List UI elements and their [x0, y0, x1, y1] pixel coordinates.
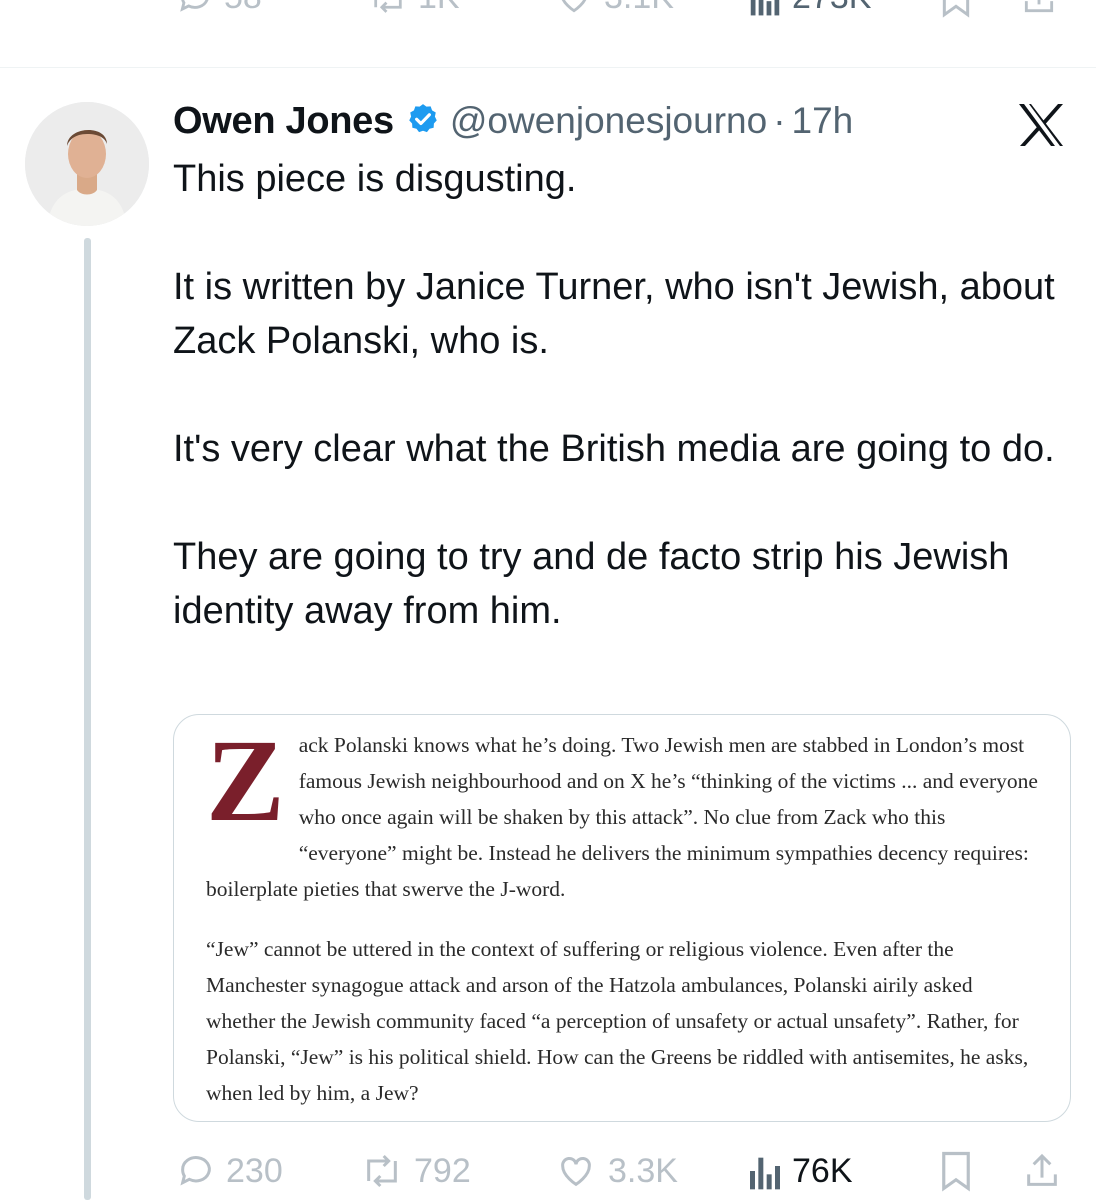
article-paragraph-1-text: ack Polanski knows what he’s doing. Two … — [206, 733, 1038, 901]
previous-share-button[interactable] — [1020, 0, 1058, 18]
repost-count: 792 — [414, 1151, 471, 1190]
views-icon — [750, 0, 780, 15]
tweet-paragraph: They are going to try and de facto strip… — [173, 536, 1010, 632]
article-paragraph-1: Zack Polanski knows what he’s doing. Two… — [206, 715, 1046, 907]
views-button[interactable]: 76K — [748, 1146, 853, 1196]
previous-views-count: 273K — [792, 0, 871, 17]
like-icon — [561, 1157, 591, 1187]
views-icon — [750, 1157, 780, 1190]
repost-icon — [374, 0, 402, 13]
previous-repost-count: 1K — [418, 0, 460, 17]
article-paragraph-2: “Jew” cannot be uttered in the context o… — [206, 937, 1029, 1105]
tweet-text: This piece is disgusting. It is written … — [173, 152, 1063, 638]
previous-views-button[interactable]: 273K — [748, 0, 871, 17]
tweet-paragraph: It's very clear what the British media a… — [173, 428, 1055, 470]
repost-icon — [367, 1154, 397, 1188]
reply-icon — [180, 0, 209, 12]
previous-repost-button[interactable]: 1K — [368, 0, 460, 17]
article-text: Zack Polanski knows what he’s doing. Two… — [206, 715, 1046, 1111]
bookmark-icon — [942, 1151, 970, 1192]
like-button[interactable]: 3.3K — [554, 1146, 678, 1196]
like-count: 3.3K — [608, 1151, 678, 1190]
previous-bookmark-button[interactable] — [938, 0, 974, 18]
bookmark-icon — [942, 0, 970, 18]
article-dropcap: Z — [206, 715, 285, 846]
tweet-divider — [0, 67, 1096, 68]
previous-like-count: 3.1K — [604, 0, 674, 17]
article-screenshot-card[interactable]: Zack Polanski knows what he’s doing. Two… — [173, 714, 1071, 1122]
tweet-header: Owen Jones @owenjonesjourno · 17h — [173, 96, 853, 146]
tweet-time[interactable]: 17h — [792, 100, 854, 142]
author-handle[interactable]: @owenjonesjourno — [450, 100, 767, 142]
x-logo-icon — [1016, 102, 1066, 148]
reply-button[interactable]: 230 — [176, 1146, 283, 1196]
like-icon — [561, 0, 587, 12]
tweet-action-bar: 230 792 3.3K 76K — [0, 1146, 1096, 1196]
previous-like-button[interactable]: 3.1K — [554, 0, 674, 17]
tweet-paragraph: It is written by Janice Turner, who isn'… — [173, 266, 1055, 362]
bookmark-button[interactable] — [938, 1146, 974, 1196]
avatar[interactable] — [25, 102, 149, 226]
tweet-paragraph: This piece is disgusting. — [173, 158, 577, 200]
share-icon — [1027, 1153, 1057, 1186]
author-name[interactable]: Owen Jones — [173, 100, 394, 143]
previous-reply-count: 58 — [224, 0, 262, 17]
avatar-photo — [25, 102, 149, 226]
verified-badge-icon — [406, 102, 440, 141]
reply-icon — [180, 1156, 211, 1186]
share-icon — [1024, 0, 1054, 13]
repost-button[interactable]: 792 — [360, 1146, 471, 1196]
views-count: 76K — [792, 1151, 853, 1190]
reply-count: 230 — [226, 1151, 283, 1190]
share-button[interactable] — [1022, 1146, 1062, 1196]
previous-tweet-action-bar: 58 1K 3.1K 273K — [0, 0, 1096, 22]
thread-line — [84, 238, 91, 1200]
previous-reply-button[interactable]: 58 — [176, 0, 262, 17]
header-separator: · — [773, 100, 786, 141]
